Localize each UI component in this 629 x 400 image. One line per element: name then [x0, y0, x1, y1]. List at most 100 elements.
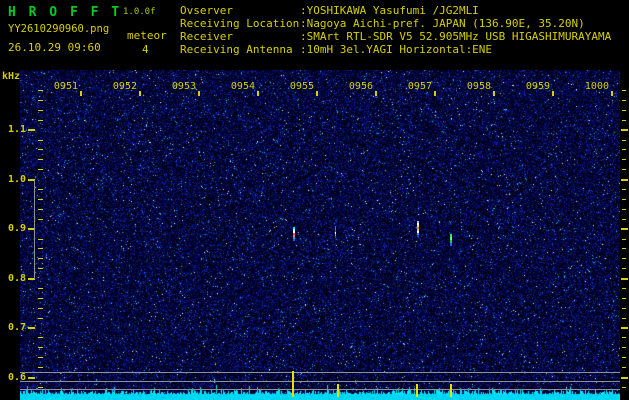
freq-minor-tick-right [622, 387, 626, 388]
freq-minor-tick [38, 159, 43, 160]
freq-tick-label: 1.1 [7, 124, 26, 135]
freq-minor-tick-right [622, 347, 626, 348]
reference-line-horizontal [20, 389, 620, 390]
freq-minor-tick-right [622, 189, 626, 190]
freq-minor-tick [38, 209, 43, 210]
freq-minor-tick [38, 347, 43, 348]
freq-minor-tick [38, 387, 43, 388]
time-tick-label: 0954 [230, 81, 255, 92]
time-tick [198, 91, 200, 96]
freq-minor-tick [38, 219, 43, 220]
freq-minor-tick [38, 100, 43, 101]
frequency-unit-label: kHz [2, 71, 21, 82]
freq-minor-tick [38, 140, 43, 141]
freq-minor-tick-right [622, 159, 626, 160]
freq-minor-tick [38, 120, 43, 121]
time-tick-label: 0955 [289, 81, 314, 92]
freq-tick-label: 0.7 [7, 322, 26, 333]
spectrogram-overlay: 1.1 1.0 0.9 0.8 0.7 0.6 0951 0952 0953 0954 0955 09… [0, 0, 629, 400]
time-tick [493, 91, 495, 96]
freq-minor-tick-right [622, 268, 626, 269]
time-tick [434, 91, 436, 96]
output-filename: YY2610290960.png [8, 23, 110, 35]
info-row-location: Receiving Location :Nagoya Aichi-pref. J… [180, 17, 611, 30]
freq-tick-label: 0.8 [7, 273, 26, 284]
freq-minor-tick-right [622, 140, 626, 141]
freq-major-tick-right [621, 228, 628, 230]
freq-minor-tick-right [622, 288, 626, 289]
freq-major-tick-right [621, 327, 628, 329]
freq-minor-tick [38, 298, 43, 299]
meteor-echo-pixel [417, 235, 419, 237]
freq-minor-tick [38, 357, 43, 358]
info-label: Ovserver [180, 4, 233, 17]
freq-minor-tick-right [622, 367, 626, 368]
time-tick [257, 91, 259, 96]
freq-tick-label: 0.9 [7, 223, 26, 234]
time-tick-label: 0951 [53, 81, 78, 92]
freq-minor-tick [38, 90, 43, 91]
info-row-receiver: Receiver :SMArt RTL-SDR V5 52.905MHz USB… [180, 30, 611, 43]
info-value: :YOSHIKAWA Yasufumi /JG2MLI [300, 4, 479, 17]
meteor-echo-pixel [335, 236, 336, 238]
freq-minor-tick [38, 169, 43, 170]
freq-minor-tick-right [622, 258, 626, 259]
info-row-antenna: Receiving Antenna :10mH 3el.YAGI Horizon… [180, 43, 611, 56]
reference-line-horizontal [20, 372, 620, 373]
reference-line-horizontal [20, 381, 620, 382]
freq-minor-tick-right [622, 248, 626, 249]
time-tick-label: 0957 [407, 81, 432, 92]
freq-major-tick-right [621, 129, 628, 131]
info-row-observer: Ovserver :YOSHIKAWA Yasufumi /JG2MLI [180, 4, 611, 17]
meteor-echo-pixel [450, 243, 452, 246]
freq-minor-tick-right [622, 209, 626, 210]
reference-line-vertical [34, 180, 35, 279]
freq-minor-tick-right [622, 308, 626, 309]
freq-minor-tick [38, 149, 43, 150]
freq-minor-tick-right [622, 199, 626, 200]
mode-label: meteor [127, 29, 167, 42]
freq-minor-tick-right [622, 357, 626, 358]
freq-minor-tick [38, 288, 43, 289]
freq-minor-tick [38, 308, 43, 309]
time-tick [80, 91, 82, 96]
freq-minor-tick-right [622, 120, 626, 121]
freq-minor-tick-right [622, 169, 626, 170]
time-tick [316, 91, 318, 96]
freq-minor-tick-right [622, 100, 626, 101]
meteor-echo [417, 221, 419, 237]
meteor-count: 4 [142, 43, 149, 56]
freq-major-tick-right [621, 179, 628, 181]
freq-major-tick [28, 327, 35, 329]
time-tick-label: 0958 [466, 81, 491, 92]
meteor-echo-pixel [293, 239, 295, 241]
freq-minor-tick [38, 239, 43, 240]
meteor-echo [293, 227, 295, 241]
freq-minor-tick [38, 258, 43, 259]
info-value: :10mH 3el.YAGI Horizontal:ENE [300, 43, 493, 56]
time-tick [375, 91, 377, 96]
meteor-marker [337, 384, 339, 397]
freq-minor-tick [38, 199, 43, 200]
freq-minor-tick-right [622, 298, 626, 299]
observer-info: Ovserver :YOSHIKAWA Yasufumi /JG2MLI Rec… [180, 4, 611, 56]
freq-major-tick-right [621, 377, 628, 379]
freq-minor-tick [38, 367, 43, 368]
info-label: Receiving Antenna [180, 43, 293, 56]
time-tick-label: 1000 [584, 81, 609, 92]
freq-major-tick-right [621, 278, 628, 280]
meteor-echo [450, 234, 452, 246]
freq-tick-label: 1.0 [7, 174, 26, 185]
freq-minor-tick [38, 110, 43, 111]
freq-minor-tick-right [622, 318, 626, 319]
freq-minor-tick [38, 248, 43, 249]
time-tick-label: 0952 [112, 81, 137, 92]
freq-minor-tick-right [622, 219, 626, 220]
app-title: H R O F F T [8, 5, 122, 20]
freq-minor-tick-right [622, 337, 626, 338]
meteor-marker [450, 384, 452, 397]
freq-major-tick [28, 129, 35, 131]
app-version: 1.0.0f [123, 7, 156, 17]
time-tick [139, 91, 141, 96]
hrofft-window: 1.1 1.0 0.9 0.8 0.7 0.6 0951 0952 0953 0954 0955 09… [0, 0, 629, 400]
